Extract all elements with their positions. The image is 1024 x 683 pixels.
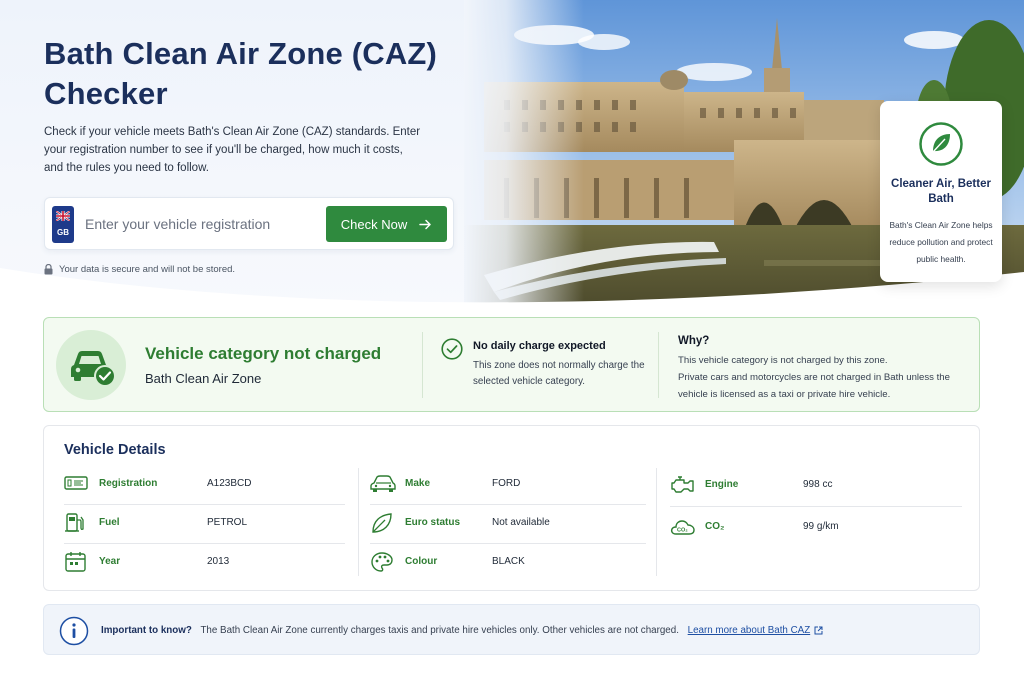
check-circle-icon xyxy=(441,338,463,360)
secure-note: Your data is secure and will not be stor… xyxy=(44,264,235,275)
result-divider xyxy=(422,332,423,398)
detail-row-make: Make FORD xyxy=(370,466,646,504)
result-icon xyxy=(56,330,126,400)
leaf-icon xyxy=(372,513,392,533)
result-divider xyxy=(658,332,659,398)
intro-text: Check if your vehicle meets Bath's Clean… xyxy=(44,126,421,174)
detail-row-year: Year 2013 xyxy=(64,544,345,582)
result-zone-name: Bath Clean Air Zone xyxy=(145,371,262,386)
detail-label: Registration xyxy=(99,478,158,489)
detail-label: Make xyxy=(405,478,431,489)
check-now-button[interactable]: Check Now xyxy=(326,206,447,242)
info-heading: Important to know? xyxy=(101,625,192,636)
registration-plate-icon xyxy=(64,476,88,490)
result-title: Vehicle category not charged xyxy=(145,344,382,363)
uk-flag-icon xyxy=(56,211,70,221)
important-info-banner: Important to know? The Bath Clean Air Zo… xyxy=(43,604,980,655)
why-description: This vehicle category is not charged by … xyxy=(678,352,974,403)
leaf-circle-icon xyxy=(919,122,963,166)
secure-note-text: Your data is secure and will not be stor… xyxy=(59,264,236,275)
vehicle-details-panel: Vehicle Details Registration A123BCD Fue… xyxy=(43,425,980,591)
detail-row-euro-status: Euro status Not available xyxy=(370,505,646,543)
no-daily-charge-title: No daily charge expected xyxy=(473,340,606,352)
detail-label: Colour xyxy=(405,556,438,567)
page-title: Bath Clean Air Zone (CAZ) Checker xyxy=(44,36,438,111)
detail-value: BLACK xyxy=(492,556,525,567)
no-daily-charge-description: This zone does not normally charge the s… xyxy=(473,360,645,387)
calendar-icon xyxy=(65,552,86,572)
detail-value: 2013 xyxy=(207,556,230,567)
info-text: Important to know? The Bath Clean Air Zo… xyxy=(101,625,823,636)
detail-label: Year xyxy=(99,556,121,567)
registration-input[interactable] xyxy=(85,207,323,241)
detail-label: Fuel xyxy=(99,517,120,528)
side-card-title: Cleaner Air, Better Bath xyxy=(891,178,991,205)
co2-cloud-icon: CO₂ xyxy=(670,520,695,535)
learn-more-link[interactable]: Learn more about Bath CAZ xyxy=(688,625,824,636)
detail-value: 99 g/km xyxy=(803,521,839,532)
details-column-divider xyxy=(358,468,359,576)
detail-value: PETROL xyxy=(207,517,248,528)
registration-search-form: GB Check Now xyxy=(44,197,454,250)
palette-icon xyxy=(371,552,393,572)
detail-row-colour: Colour BLACK xyxy=(370,544,646,582)
why-line-2: Private cars and motorcycles are not cha… xyxy=(678,372,950,400)
info-body: The Bath Clean Air Zone currently charge… xyxy=(200,625,679,636)
country-code: GB xyxy=(57,228,69,237)
details-column-divider xyxy=(656,468,657,576)
gb-country-badge: GB xyxy=(52,206,74,243)
detail-value: Not available xyxy=(492,517,550,528)
vehicle-details-title: Vehicle Details xyxy=(64,442,166,458)
cleaner-air-card: Cleaner Air, Better Bath Bath's Clean Ai… xyxy=(880,101,1002,282)
why-line-1: This vehicle category is not charged by … xyxy=(678,355,888,366)
detail-row-fuel: Fuel PETROL xyxy=(64,505,345,543)
side-card-description: Bath's Clean Air Zone helps reduce pollu… xyxy=(889,220,993,264)
detail-value: A123BCD xyxy=(207,478,252,489)
detail-label: Euro status xyxy=(405,517,461,528)
learn-more-label: Learn more about Bath CAZ xyxy=(687,625,811,636)
detail-row-registration: Registration A123BCD xyxy=(64,466,345,504)
car-icon xyxy=(370,475,396,492)
lock-icon xyxy=(44,264,53,275)
why-title: Why? xyxy=(678,335,710,347)
detail-label: CO₂ xyxy=(705,521,725,532)
car-checkmark-icon xyxy=(71,351,116,387)
svg-text:CO₂: CO₂ xyxy=(677,528,688,534)
info-icon xyxy=(59,616,89,646)
detail-value: 998 cc xyxy=(803,479,833,490)
result-panel: Vehicle category not charged Bath Clean … xyxy=(43,317,980,412)
detail-row-co2: CO₂ CO₂ 99 g/km xyxy=(670,509,962,547)
detail-value: FORD xyxy=(492,478,521,489)
hero-section: Bath Clean Air Zone (CAZ) Checker Check … xyxy=(0,0,1024,310)
detail-label: Engine xyxy=(705,479,739,490)
fuel-pump-icon xyxy=(65,513,84,532)
detail-row-engine: Engine 998 cc xyxy=(670,467,962,505)
check-now-label: Check Now xyxy=(340,216,408,232)
engine-icon xyxy=(671,476,694,493)
external-link-icon xyxy=(814,626,823,635)
arrow-right-icon xyxy=(419,219,431,229)
